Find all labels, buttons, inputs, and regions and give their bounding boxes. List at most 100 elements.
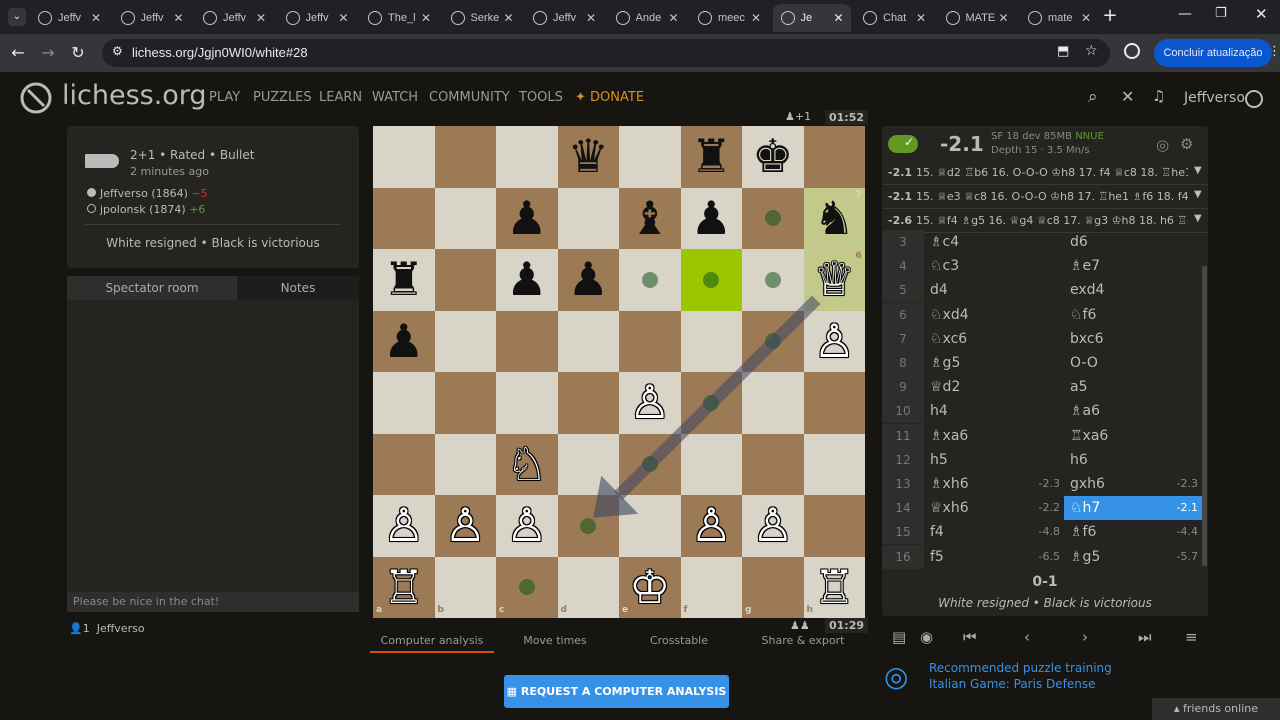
browser-tab[interactable]: Je ✕ xyxy=(772,4,851,32)
move-dest-dot-g6[interactable] xyxy=(764,271,781,288)
square-a4[interactable] xyxy=(373,372,435,434)
square-g4[interactable] xyxy=(742,372,804,434)
piece-a2[interactable]: ♙ xyxy=(373,495,435,557)
tab-close-icon[interactable]: ✕ xyxy=(666,11,682,25)
black-move[interactable]: ♗a6 xyxy=(1070,399,1100,423)
piece-d8[interactable]: ♛ xyxy=(558,126,620,188)
piece-a5[interactable]: ♟ xyxy=(373,311,435,373)
tab-computer-analysis[interactable]: Computer analysis xyxy=(370,634,494,653)
move-dest-dot-f6[interactable] xyxy=(703,271,720,288)
tab-close-icon[interactable]: ✕ xyxy=(171,11,187,25)
book-icon[interactable]: ▤ xyxy=(892,628,906,646)
white-move[interactable]: h4 xyxy=(930,399,948,423)
square-d7[interactable] xyxy=(557,187,619,249)
browser-tab[interactable]: Jeffv ✕ xyxy=(525,4,603,32)
next-move-button[interactable]: › xyxy=(1082,628,1088,646)
browser-tab[interactable]: MATE ✕ xyxy=(938,4,1016,32)
square-c8[interactable] xyxy=(496,126,558,188)
tab-close-icon[interactable]: ✕ xyxy=(831,11,847,25)
browser-tab[interactable]: The_l ✕ xyxy=(360,4,438,32)
explorer-icon[interactable]: ◉ xyxy=(920,628,933,646)
tab-close-icon[interactable]: ✕ xyxy=(996,11,1012,25)
black-move[interactable]: bxc6 xyxy=(1070,327,1104,351)
pv-expand-icon[interactable]: ▼ xyxy=(1194,165,1202,176)
engine-pv-line[interactable]: -2.1 15. ♕e3 ♕c8 16. O-O-O ♔h8 17. ♖he1 ♗… xyxy=(882,186,1208,209)
square-f3[interactable] xyxy=(680,433,742,495)
black-move[interactable]: gxh6 xyxy=(1070,472,1105,496)
square-e2[interactable] xyxy=(619,495,681,557)
black-move[interactable]: O-O xyxy=(1070,351,1098,375)
piece-f8[interactable]: ♜ xyxy=(681,126,743,188)
black-move[interactable]: ♘f6 xyxy=(1070,303,1096,327)
user-avatar-icon[interactable] xyxy=(1245,90,1263,108)
piece-e7[interactable]: ♝ xyxy=(619,188,681,250)
nav-play[interactable]: PLAY xyxy=(209,90,240,105)
square-d3[interactable] xyxy=(557,433,619,495)
square-e5[interactable] xyxy=(619,310,681,372)
puzzle-recommend-name[interactable]: Italian Game: Paris Defense xyxy=(929,677,1095,691)
tab-close-icon[interactable]: ✕ xyxy=(583,11,599,25)
white-move[interactable]: ♘xd4 xyxy=(930,303,969,327)
new-tab-button[interactable]: + xyxy=(1100,6,1120,26)
back-button[interactable]: ← xyxy=(8,43,28,63)
notifications-bell-icon[interactable]: ♫ xyxy=(1152,87,1165,105)
move-dest-dot-f4[interactable] xyxy=(703,394,720,411)
pv-expand-icon[interactable]: ▼ xyxy=(1194,213,1202,224)
tab-close-icon[interactable]: ✕ xyxy=(748,11,764,25)
black-move[interactable]: ♖xa6 xyxy=(1070,424,1108,448)
tab-crosstable[interactable]: Crosstable xyxy=(617,634,741,647)
square-c5[interactable] xyxy=(496,310,558,372)
browser-tab[interactable]: Chat ✕ xyxy=(855,4,933,32)
move-dest-dot-c1[interactable] xyxy=(518,579,535,596)
square-d4[interactable] xyxy=(557,372,619,434)
tab-close-icon[interactable]: ✕ xyxy=(1078,11,1094,25)
prev-move-button[interactable]: ‹ xyxy=(1024,628,1030,646)
black-move[interactable]: h6 xyxy=(1070,448,1088,472)
white-move[interactable]: ♗xh6 xyxy=(930,472,969,496)
engine-toggle[interactable]: ✓ xyxy=(888,135,918,153)
user-menu[interactable]: Jeffverso xyxy=(1184,90,1245,106)
move-list-scrollbar[interactable] xyxy=(1202,266,1207,566)
white-move[interactable]: f5 xyxy=(930,545,944,569)
white-move[interactable]: ♕xh6 xyxy=(930,496,969,520)
piece-c7[interactable]: ♟ xyxy=(496,188,558,250)
move-dest-dot-d2[interactable] xyxy=(580,517,597,534)
tab-close-icon[interactable]: ✕ xyxy=(418,11,434,25)
minimize-button[interactable]: — xyxy=(1178,6,1192,22)
install-app-icon[interactable]: ⬒ xyxy=(1057,44,1069,59)
challenge-icon[interactable]: ✕ xyxy=(1121,87,1134,106)
white-move[interactable]: h5 xyxy=(930,448,948,472)
square-c4[interactable] xyxy=(496,372,558,434)
square-e8[interactable] xyxy=(619,126,681,188)
tab-close-icon[interactable]: ✕ xyxy=(913,11,929,25)
black-player-row[interactable]: jpolonsk (1874) +6 xyxy=(87,203,205,216)
black-move[interactable]: a5 xyxy=(1070,375,1088,399)
white-move[interactable]: ♘xc6 xyxy=(930,327,967,351)
square-b4[interactable] xyxy=(434,372,496,434)
white-player-name[interactable]: Jeffverso (1864) xyxy=(100,187,188,200)
move-dest-dot-e6[interactable] xyxy=(641,271,658,288)
white-move[interactable]: d4 xyxy=(930,278,948,302)
browser-tab[interactable]: Jeffv ✕ xyxy=(30,4,108,32)
forward-button[interactable]: → xyxy=(38,43,58,63)
settings-gear-icon[interactable]: ⚙ xyxy=(1180,135,1193,153)
black-player-name[interactable]: jpolonsk (1874) xyxy=(100,203,186,216)
white-move[interactable]: ♗g5 xyxy=(930,351,960,375)
maximize-button[interactable]: ❐ xyxy=(1215,6,1227,21)
square-f5[interactable] xyxy=(680,310,742,372)
engine-pv-line[interactable]: -2.1 15. ♕d2 ♖b6 16. O-O-O ♔h8 17. f4 ♕c8… xyxy=(882,162,1208,185)
square-a7[interactable] xyxy=(373,187,435,249)
piece-e1[interactable]: ♔ xyxy=(619,557,681,619)
close-window-button[interactable]: ✕ xyxy=(1255,5,1268,23)
nav-learn[interactable]: LEARN xyxy=(319,90,362,105)
black-move[interactable]: ♗f6 xyxy=(1070,520,1096,544)
white-move[interactable]: ♗xa6 xyxy=(930,424,968,448)
square-b5[interactable] xyxy=(434,310,496,372)
friends-online-bar[interactable]: ▴ friends online xyxy=(1152,698,1280,720)
piece-g8[interactable]: ♚ xyxy=(742,126,804,188)
piece-b2[interactable]: ♙ xyxy=(435,495,497,557)
piece-c2[interactable]: ♙ xyxy=(496,495,558,557)
tab-share-export[interactable]: Share & export xyxy=(741,634,865,647)
browser-tab[interactable]: Jeffv ✕ xyxy=(195,4,273,32)
square-b6[interactable] xyxy=(434,249,496,311)
